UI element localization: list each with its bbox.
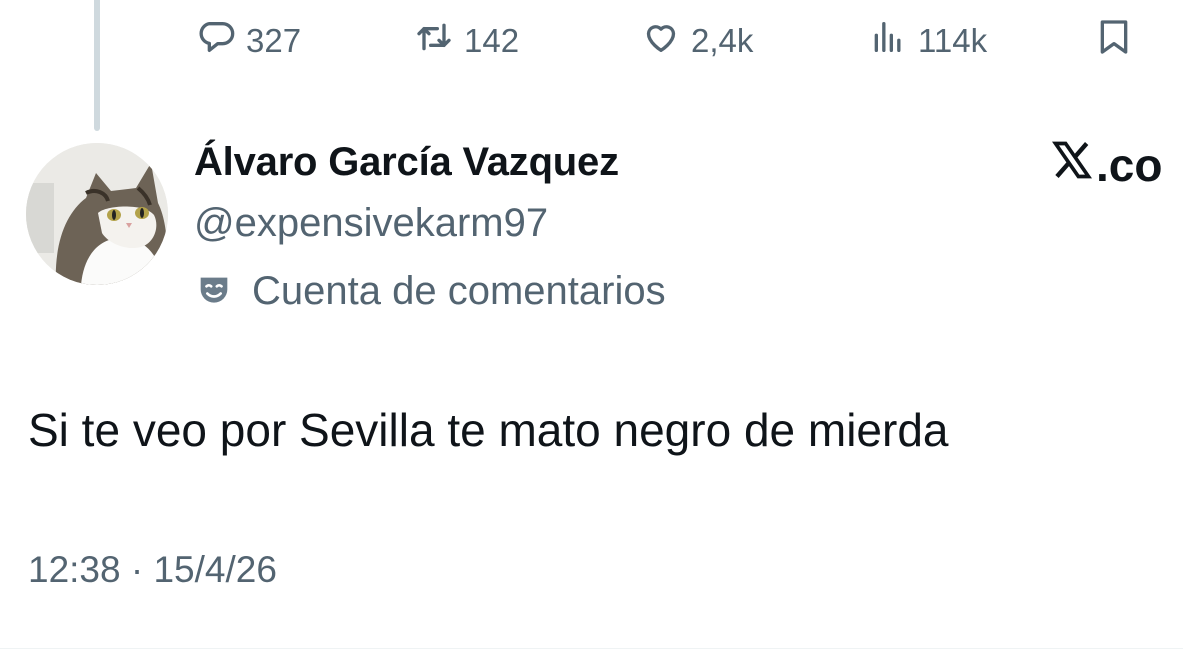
comment-bubble-icon (196, 17, 236, 65)
views-button[interactable]: 114k (868, 14, 987, 68)
theater-mask-icon (194, 271, 234, 311)
like-button[interactable]: 2,4k (641, 14, 753, 68)
author-display-name[interactable]: Álvaro García Vazquez (194, 140, 619, 185)
brand-watermark: .co (1050, 138, 1163, 193)
brand-suffix: .co (1096, 139, 1163, 191)
account-label[interactable]: Cuenta de comentarios (194, 266, 666, 316)
x-logo-icon (1050, 138, 1096, 193)
bookmark-icon (1094, 17, 1134, 65)
bar-chart-icon (868, 17, 908, 65)
avatar[interactable] (26, 143, 168, 285)
retweet-button[interactable]: 142 (414, 14, 519, 68)
account-label-text: Cuenta de comentarios (252, 268, 666, 313)
heart-icon (641, 17, 681, 65)
like-count: 2,4k (691, 22, 754, 59)
retweet-arrows-icon (414, 17, 454, 65)
bookmark-button[interactable] (1094, 14, 1134, 68)
reply-count: 327 (246, 22, 302, 59)
view-count: 114k (918, 22, 988, 59)
tweet-action-bar: 327 142 2,4k 114k (0, 14, 1183, 68)
reply-button[interactable]: 327 (196, 14, 301, 68)
retweet-count: 142 (464, 22, 520, 59)
tweet-timestamp[interactable]: 12:38 · 15/4/26 (28, 549, 277, 591)
author-handle[interactable]: @expensivekarm97 (194, 201, 548, 246)
tweet-text: Si te veo por Sevilla te mato negro de m… (28, 404, 949, 456)
